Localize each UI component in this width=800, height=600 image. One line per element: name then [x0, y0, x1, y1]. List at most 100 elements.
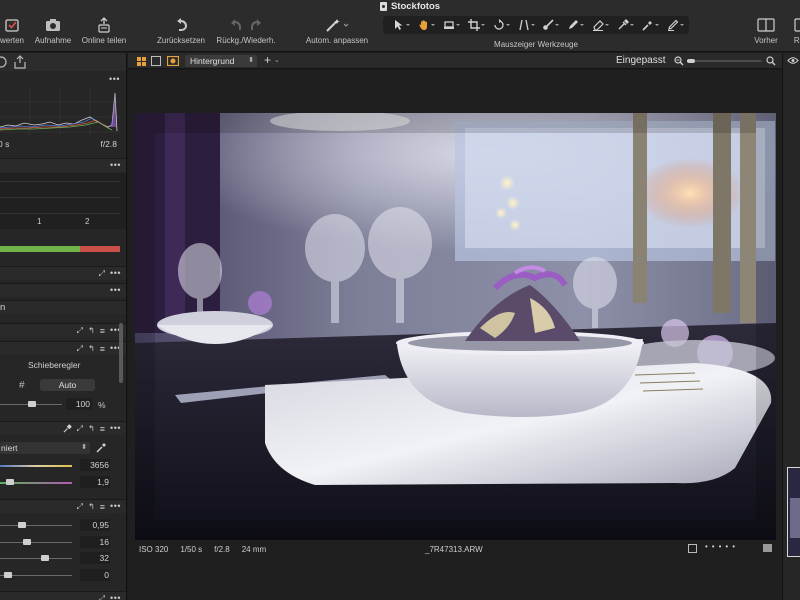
tab-circle-icon[interactable]	[0, 56, 7, 68]
kelvin-slider-track[interactable]	[0, 465, 72, 467]
copy-settings-icon[interactable]: ↰	[88, 424, 95, 433]
expand-icon[interactable]: ⤢	[77, 326, 83, 336]
filmstrip-thumbnail[interactable]	[787, 467, 800, 557]
white-balance-mode-select[interactable]: niert ⬍	[0, 442, 90, 454]
eye-icon[interactable]	[787, 56, 799, 65]
panel-scrollbar[interactable]	[119, 323, 123, 383]
select-tool[interactable]	[388, 17, 411, 33]
section-a-menu-icon[interactable]: •••	[110, 269, 121, 278]
copy-settings-icon[interactable]: ↰	[88, 344, 95, 353]
adjust-slider-2-knob[interactable]	[23, 539, 31, 545]
white-balance-header[interactable]: ⤢ ↰ ≡ •••	[0, 421, 126, 435]
copy-settings-icon[interactable]: ↰	[88, 326, 95, 335]
photo-preview[interactable]	[135, 113, 776, 540]
adjust-slider-4-knob[interactable]	[4, 572, 12, 578]
zoom-in-icon[interactable]	[766, 56, 776, 66]
adjust-slider-1-knob[interactable]	[18, 522, 26, 528]
zoom-slider-fill[interactable]	[687, 59, 695, 63]
adjust-field-1[interactable]: 0,95	[80, 519, 110, 531]
adjust-slider-2-track[interactable]	[0, 542, 72, 543]
list-icon[interactable]: ≡	[100, 326, 105, 336]
white-balance-menu-icon[interactable]: •••	[110, 424, 121, 433]
eraser-icon	[593, 20, 604, 31]
import-button[interactable]: werten	[0, 14, 30, 50]
kelvin-field[interactable]: 3656	[80, 459, 110, 471]
color-picker-tool[interactable]	[637, 17, 659, 33]
expand-icon[interactable]: ⤢	[99, 269, 105, 279]
annotation-tool[interactable]	[662, 17, 684, 33]
reset-button[interactable]: Zurücksetzen	[155, 14, 207, 50]
adjust-slider-1-track[interactable]	[0, 525, 72, 526]
keystone-tool[interactable]	[513, 17, 535, 33]
share-online-button[interactable]: Online teilen	[80, 14, 128, 50]
rating-dots[interactable]: •••••	[705, 542, 739, 551]
percent-field[interactable]: 100	[66, 398, 92, 410]
erase-mask-tool[interactable]	[587, 17, 610, 33]
linear-gradient-tool[interactable]	[612, 17, 634, 33]
export-icon[interactable]	[14, 55, 26, 69]
layer-select[interactable]: Hintergrund ⬍	[185, 55, 257, 67]
mask-view-icon[interactable]	[167, 56, 179, 66]
pipette-icon[interactable]	[63, 424, 72, 433]
adjustments-header[interactable]: ⤢ ↰ ≡ •••	[0, 499, 126, 513]
auto-adjust-button[interactable]: Autom. anpassen	[305, 14, 369, 50]
next-tool-menu-icon[interactable]: •••	[110, 594, 121, 600]
chevron-down-icon[interactable]: ⌄	[274, 56, 280, 64]
next-tool-header[interactable]: ⤢ •••	[0, 591, 126, 600]
redo-icon[interactable]	[249, 18, 263, 32]
add-layer-icon[interactable]: +	[264, 53, 271, 67]
pan-tool[interactable]	[413, 17, 436, 33]
list-icon[interactable]: ≡	[100, 424, 105, 434]
expand-icon[interactable]: ⤢	[99, 594, 105, 600]
adjustments-menu-icon[interactable]: •••	[110, 502, 121, 511]
section-b-menu-icon[interactable]: •••	[110, 286, 121, 295]
expand-icon[interactable]: ⤢	[77, 424, 83, 434]
tint-field[interactable]: 1,9	[80, 476, 110, 488]
adjust-field-4[interactable]: 0	[80, 569, 110, 581]
rotate-icon	[494, 19, 504, 30]
zoom-slider[interactable]	[687, 59, 762, 63]
percent-slider-knob[interactable]	[28, 401, 36, 407]
grid-view-icon[interactable]	[137, 57, 146, 66]
zoom-out-icon[interactable]	[674, 56, 684, 66]
capture-button[interactable]: Aufnahme	[33, 14, 73, 50]
section-header-b[interactable]: •••	[0, 283, 126, 297]
crop-tool[interactable]	[463, 17, 485, 33]
copy-settings-icon[interactable]: ↰	[88, 502, 95, 511]
overlay-toggle-icon[interactable]	[688, 544, 697, 553]
single-view-icon[interactable]	[151, 56, 161, 66]
layer-section-header[interactable]: n	[0, 300, 126, 314]
spot-removal-tool[interactable]	[537, 17, 560, 33]
exposure-section-header[interactable]: •••	[0, 158, 126, 172]
exposure-color-bar	[0, 246, 126, 252]
exposure-menu-icon[interactable]: •••	[110, 161, 121, 170]
list-icon[interactable]: ≡	[100, 344, 105, 354]
adjust-slider-3-knob[interactable]	[41, 555, 49, 561]
histogram-menu-icon[interactable]: •••	[109, 75, 120, 84]
share-icon	[96, 14, 112, 36]
expand-icon[interactable]: ⤢	[77, 502, 83, 512]
rotate-tool[interactable]	[488, 17, 510, 33]
viewer-icon	[794, 14, 800, 36]
list-icon[interactable]: ≡	[100, 502, 105, 512]
tool-header-2[interactable]: ⤢ ↰ ≡ •••	[0, 341, 126, 355]
eyedropper-icon[interactable]	[96, 442, 107, 453]
auto-button[interactable]: Auto	[40, 379, 95, 391]
image-viewer[interactable]: ISO 320 1/50 s f/2.8 24 mm _7R47313.ARW …	[128, 70, 782, 600]
tint-slider-knob[interactable]	[6, 479, 14, 485]
zoom-label[interactable]: Eingepasst	[616, 55, 665, 66]
adjust-slider-3-track[interactable]	[0, 558, 72, 559]
crop-aspect-tool[interactable]	[438, 17, 461, 33]
expand-icon[interactable]: ⤢	[77, 344, 83, 354]
undo-icon[interactable]	[229, 18, 243, 32]
before-view-button[interactable]: Vorher	[748, 14, 784, 50]
adjust-field-2[interactable]: 16	[80, 536, 110, 548]
right-toolbar-button[interactable]: Ra	[789, 14, 800, 50]
color-tag-icon[interactable]	[763, 544, 772, 552]
adjust-field-3[interactable]: 32	[80, 552, 110, 564]
tool-header-1[interactable]: ⤢ ↰ ≡ •••	[0, 323, 126, 337]
undo-redo-button[interactable]: Rückg./Wiederh.	[214, 14, 278, 50]
auto-adjust-label: Autom. anpassen	[305, 36, 369, 45]
draw-mask-tool[interactable]	[562, 17, 585, 33]
section-header-a[interactable]: ⤢ •••	[0, 266, 126, 280]
